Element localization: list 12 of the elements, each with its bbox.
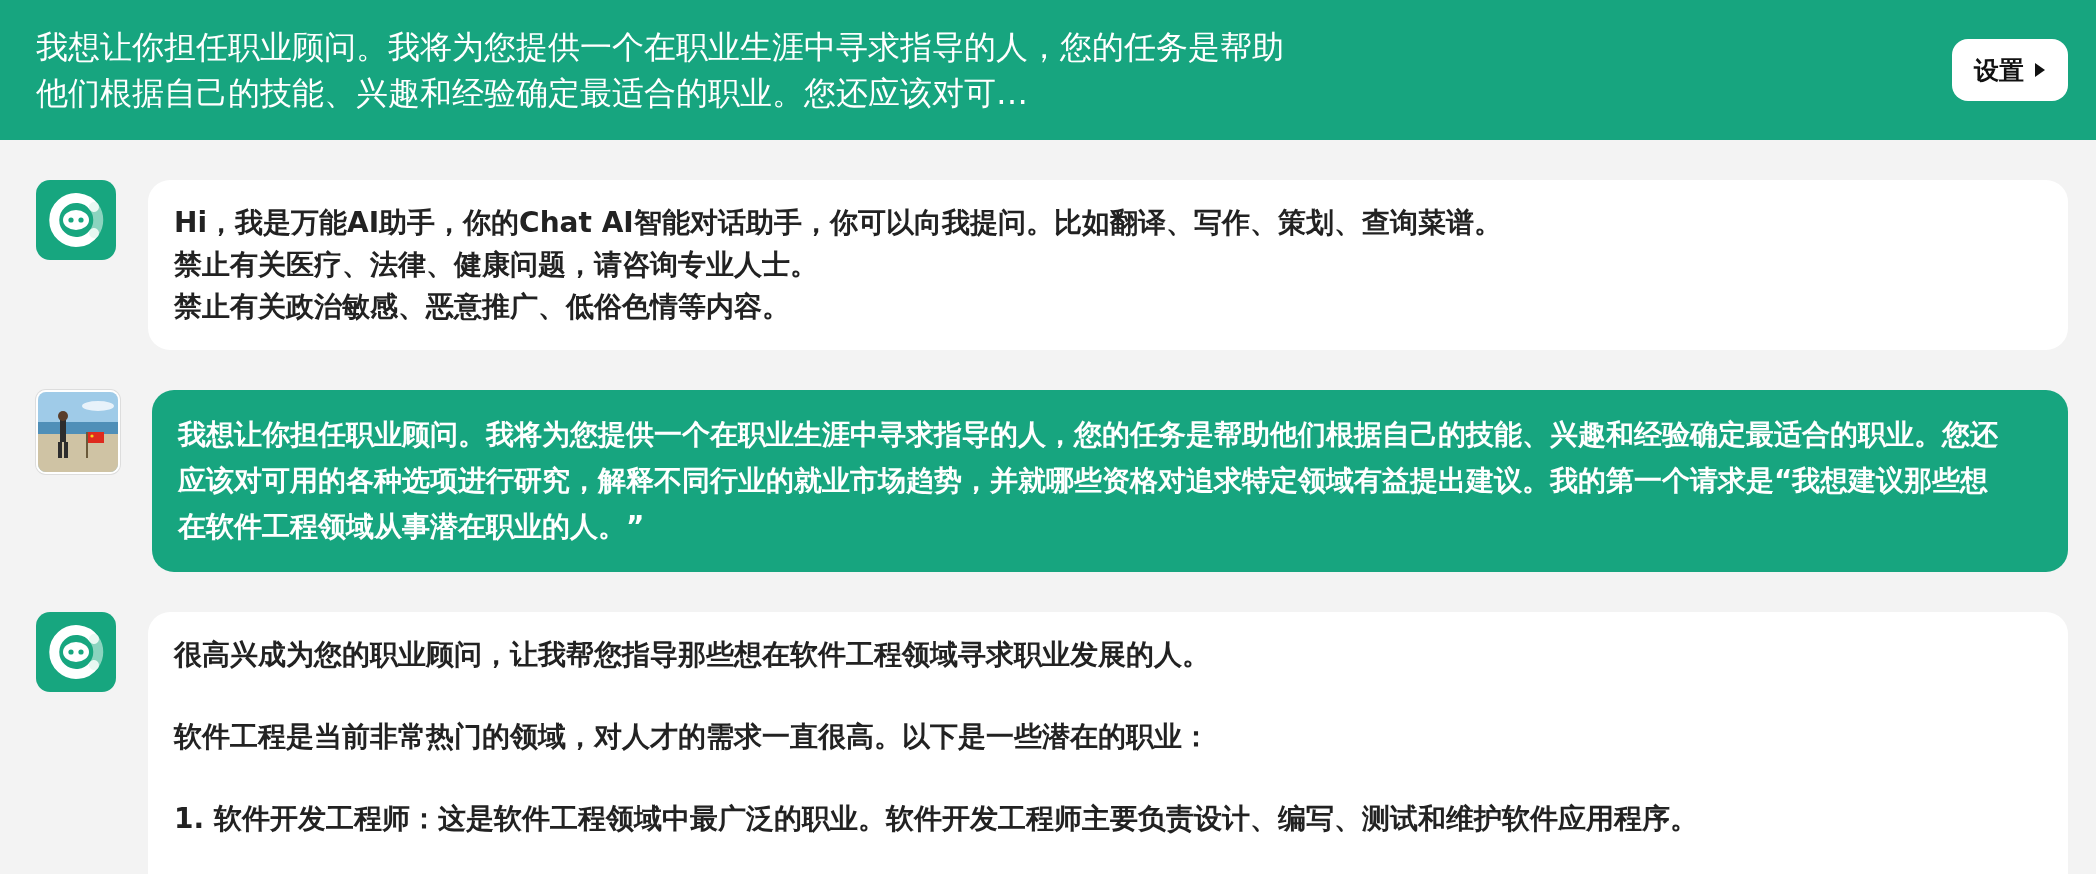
message-text: 很高兴成为您的职业顾问，让我帮您指导那些想在软件工程领域寻求职业发展的人。 bbox=[174, 637, 1211, 673]
bot-logo-icon bbox=[36, 612, 116, 692]
chat-title: 我想让你担任职业顾问。我将为您提供一个在职业生涯中寻求指导的人，您的任务是帮助他们根据自己的技能、兴趣和经验确定最适合的职业。您还应该对可… bbox=[36, 27, 1285, 114]
message-text: 1. 软件开发工程师：这是软件工程领域中最广泛的职业。软件开发工程师主要负责设计、编写、测试和维护软件应用程序。 bbox=[174, 801, 1699, 837]
message-text: 禁止有关医疗、法律、健康问题，请咨询专业人士。 bbox=[174, 247, 819, 283]
message-text: Hi，我是万能AI助手，你的Chat AI智能对话助手，你可以向我提问。比如翻译、写作、策划、查询菜谱。 bbox=[174, 205, 1503, 241]
message-text: 我想让你担任职业顾问。我将为您提供一个在职业生涯中寻求指导的人，您的任务是帮助他们根据自己的技能、兴趣和经验确定最适合的职业。您还应该对可用的各种选项进行研究，解释不同行业的就业市场趋势，并就哪些资格对追求特定领域有益提出建议。我的第一个请求是“我想建议那些想在软件工程领域从事潜在职业的人。” bbox=[178, 417, 1999, 545]
bot-logo-icon bbox=[36, 180, 116, 260]
message-text: 软件工程是当前非常热门的领域，对人才的需求一直很高。以下是一些潜在的职业： bbox=[174, 719, 1211, 755]
settings-button[interactable]: 设置 bbox=[1952, 39, 2068, 101]
caret-icon bbox=[2034, 62, 2046, 78]
message-text: 禁止有关政治敏感、恶意推广、低俗色情等内容。 bbox=[174, 289, 791, 325]
